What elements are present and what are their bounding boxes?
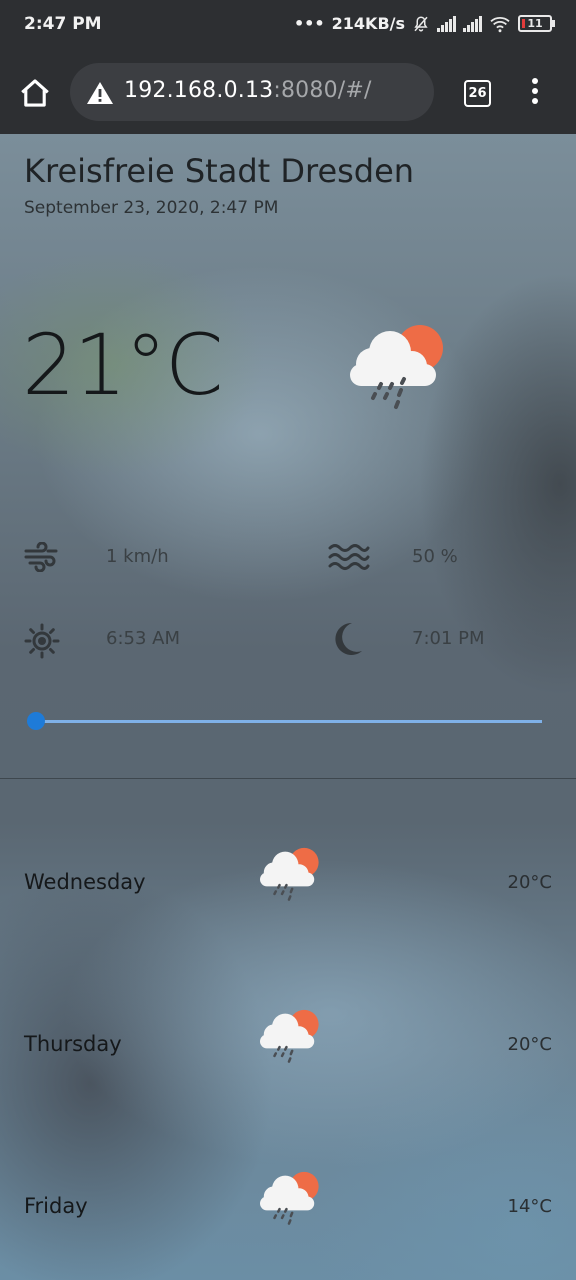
- moon-icon: [335, 622, 362, 655]
- city-name: Kreisfreie Stadt Dresden: [24, 152, 415, 190]
- divider: [0, 778, 576, 779]
- url-host: 192.168.0.13: [124, 78, 274, 103]
- current-date: September 23, 2020, 2:47 PM: [24, 198, 279, 218]
- humidity-value: 50 %: [412, 546, 458, 567]
- browser-toolbar: 192.168.0.13:8080/#/ 26: [0, 52, 576, 134]
- battery-icon: 11: [518, 15, 555, 32]
- sun-icon: [24, 623, 60, 659]
- battery-level: 11: [527, 17, 543, 30]
- status-bar: 2:47 PM ••• 214KB/s 11: [0, 0, 576, 52]
- mute-bell-icon: [414, 15, 428, 31]
- wind-value: 1 km/h: [106, 546, 169, 567]
- forecast-day: Wednesday: [24, 870, 146, 894]
- more-vert-icon[interactable]: [526, 78, 544, 108]
- signal-icon: [437, 15, 456, 32]
- status-time: 2:47 PM: [24, 14, 102, 34]
- sun-cloud-rain-icon: [350, 325, 443, 409]
- screen: 2:47 PM ••• 214KB/s 11 192.168.0.13:8080…: [0, 0, 576, 1280]
- forecast-row: Wednesday 20°C: [0, 846, 576, 916]
- sunset-value: 7:01 PM: [412, 628, 485, 649]
- time-slider-track[interactable]: [36, 720, 542, 723]
- warning-icon[interactable]: [86, 81, 114, 105]
- url-path: :8080/#/: [273, 78, 372, 103]
- sun-cloud-rain-icon: [260, 1009, 319, 1063]
- forecast-temp: 20°C: [507, 872, 552, 893]
- status-icons: ••• 214KB/s 11: [293, 14, 555, 33]
- signal-icon: [463, 15, 482, 32]
- water-waves-icon: [328, 544, 370, 570]
- net-speed: 214KB/s: [331, 14, 405, 33]
- wind-icon: [24, 542, 58, 572]
- forecast-temp: 14°C: [507, 1196, 552, 1217]
- sunrise-value: 6:53 AM: [106, 628, 180, 649]
- time-slider-thumb[interactable]: [27, 712, 45, 730]
- tabs-icon[interactable]: 26: [464, 80, 491, 107]
- forecast-day: Thursday: [24, 1032, 122, 1056]
- forecast-row: Thursday 20°C: [0, 1008, 576, 1078]
- forecast-day: Friday: [24, 1194, 88, 1218]
- home-icon[interactable]: [18, 76, 52, 110]
- sun-cloud-rain-icon: [260, 1171, 319, 1225]
- sun-cloud-rain-icon: [260, 847, 319, 901]
- forecast-row: Friday 14°C: [0, 1170, 576, 1240]
- dots-icon: •••: [293, 14, 325, 33]
- current-temperature: 21°C: [22, 316, 224, 414]
- url-text[interactable]: 192.168.0.13:8080/#/: [124, 78, 372, 103]
- weather-page: Kreisfreie Stadt Dresden September 23, 2…: [0, 134, 576, 1280]
- url-bar[interactable]: 192.168.0.13:8080/#/: [70, 63, 434, 121]
- forecast-temp: 20°C: [507, 1034, 552, 1055]
- wifi-icon: [490, 16, 510, 32]
